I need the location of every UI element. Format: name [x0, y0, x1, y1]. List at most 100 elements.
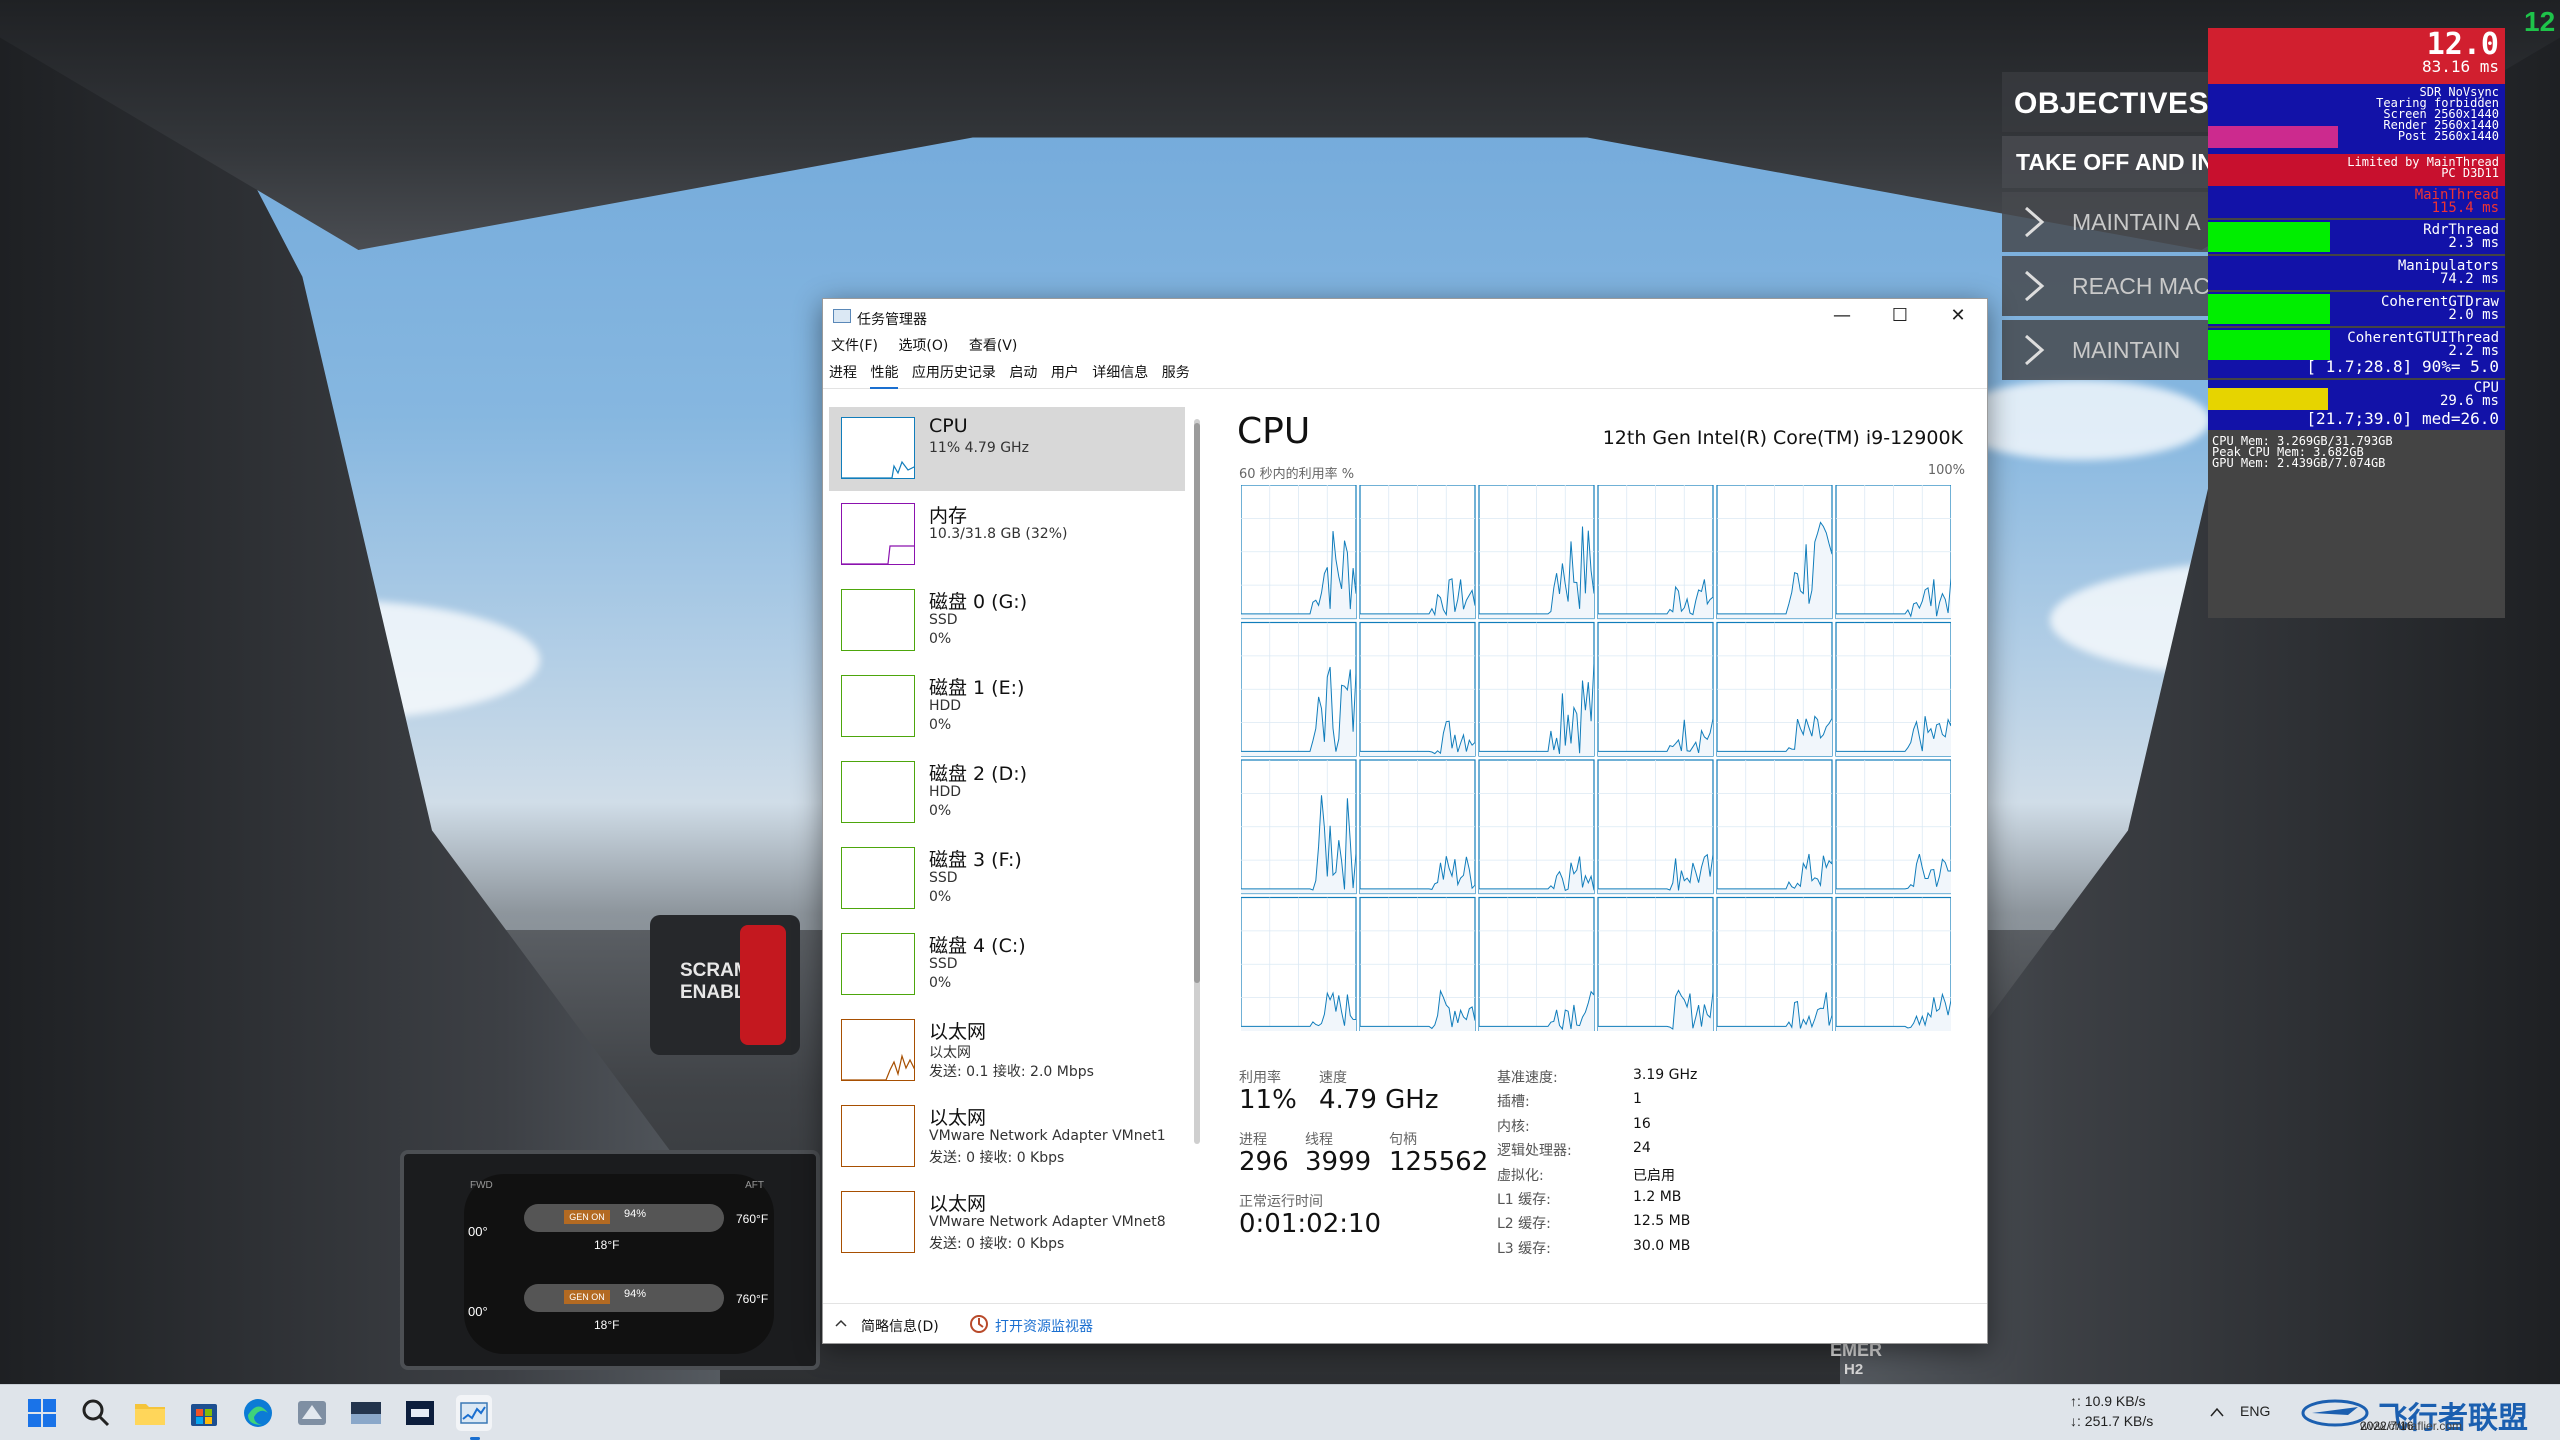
- logical-processor-graphs[interactable]: [1241, 485, 1951, 1031]
- sidebar-item[interactable]: 磁盘 1 (E:) HDD 0%: [829, 665, 1185, 749]
- perf-manip-row: Manipulators 74.2 ms: [2208, 256, 2505, 290]
- sidebar-item[interactable]: 以太网 VMware Network Adapter VMnet1 发送: 0 接收…: [829, 1095, 1185, 1179]
- objective-current: TAKE OFF AND IN: [2002, 136, 2242, 188]
- rdr-thread-ms: RdrThread 2.3 ms: [2423, 222, 2499, 251]
- tab-details[interactable]: 详细信息: [1092, 359, 1148, 387]
- sidebar-item[interactable]: 内存 10.3/31.8 GB (32%): [829, 493, 1185, 577]
- sidebar-l2: 11% 4.79 GHz: [929, 440, 1029, 456]
- tab-processes[interactable]: 进程: [829, 359, 857, 387]
- maximize-button[interactable]: ☐: [1871, 299, 1929, 335]
- sidebar-item[interactable]: 磁盘 2 (D:) HDD 0%: [829, 751, 1185, 835]
- render-flags: SDR NoVsync Tearing forbidden Screen 256…: [2376, 85, 2499, 143]
- close-button[interactable]: ✕: [1929, 299, 1987, 335]
- mini-graph: [841, 761, 915, 823]
- sidebar-l2: SSD: [929, 870, 958, 886]
- objectives-title: OBJECTIVES: [2002, 72, 2242, 132]
- core-graph: [1241, 621, 1357, 757]
- perf-fps-row: 12.0 83.16 ms: [2208, 28, 2505, 84]
- tab-app-history[interactable]: 应用历史记录: [912, 359, 996, 387]
- sidebar-item[interactable]: CPU 11% 4.79 GHz: [829, 407, 1185, 491]
- window-title: 任务管理器: [857, 312, 927, 328]
- util-label: 利用率: [1239, 1070, 1281, 1086]
- gauge-pct: 94%: [624, 1208, 647, 1220]
- resource-monitor-icon[interactable]: [969, 1314, 989, 1334]
- processes-label: 进程: [1239, 1132, 1267, 1148]
- objectives-panel: OBJECTIVES TAKE OFF AND IN MAINTAIN A RE…: [2002, 72, 2242, 380]
- scrollbar-thumb[interactable]: [1194, 423, 1200, 983]
- gt-range: [ 1.7;28.8] 90%= 5.0: [2306, 357, 2499, 376]
- mini-graph: [841, 933, 915, 995]
- gen-on-badge: GEN ON: [564, 1210, 610, 1224]
- mini-graph-line: [842, 1053, 914, 1080]
- gauge-aft-label: AFT: [745, 1180, 764, 1191]
- file-explorer-icon[interactable]: [132, 1395, 168, 1431]
- tab-startup[interactable]: 启动: [1009, 359, 1037, 387]
- cpu-ms: CPU 29.6 ms: [2439, 380, 2499, 409]
- core-graph: [1597, 896, 1714, 1031]
- sidebar-l2: 以太网: [929, 1045, 971, 1061]
- spec-label: 基准速度:: [1497, 1070, 1558, 1086]
- sidebar-item[interactable]: 磁盘 3 (F:) SSD 0%: [829, 837, 1185, 921]
- edge-icon[interactable]: [240, 1395, 276, 1431]
- cpu-range: [21.7;39.0] med=26.0: [2306, 409, 2499, 428]
- sidebar-scrollbar[interactable]: [1194, 419, 1200, 1144]
- store-icon[interactable]: [186, 1395, 222, 1431]
- system-tray: ↑: 10.9 KB/s ↓: 251.7 KB/s ENG 飞行者联盟 www…: [2040, 1393, 2540, 1435]
- sidebar-name: 磁盘 4 (C:): [929, 935, 1026, 957]
- sidebar-item[interactable]: 磁盘 4 (C:) SSD 0%: [829, 923, 1185, 1007]
- sidebar-item[interactable]: 以太网 VMware Network Adapter VMnet8 发送: 0 接收…: [829, 1181, 1185, 1265]
- sidebar-item[interactable]: 以太网 以太网 发送: 0.1 接收: 2.0 Mbps: [829, 1009, 1185, 1093]
- emer-h2-label: EMER H2: [1830, 1340, 1883, 1378]
- core-graph: [1359, 621, 1476, 757]
- menu-view[interactable]: 查看(V): [969, 335, 1018, 357]
- tab-users[interactable]: 用户: [1051, 359, 1079, 387]
- coherent-gt-ms: CoherentGTDraw 2.0 ms: [2380, 294, 2499, 323]
- memory-stats: CPU Mem: 3.269GB/31.793GB Peak CPU Mem: …: [2212, 434, 2393, 470]
- handles-label: 句柄: [1389, 1132, 1417, 1148]
- open-resource-monitor-link[interactable]: 打开资源监视器: [995, 1316, 1093, 1336]
- core-graph: [1359, 485, 1476, 620]
- chevron-up-icon[interactable]: [835, 1318, 847, 1328]
- terminal-app-icon[interactable]: [402, 1395, 438, 1431]
- title-bar[interactable]: 任务管理器 — ☐ ✕: [823, 299, 1987, 335]
- fewer-details-link[interactable]: 简略信息(D): [861, 1316, 939, 1336]
- language-indicator[interactable]: ENG: [2240, 1403, 2270, 1419]
- objective-item: MAINTAIN A: [2002, 192, 2242, 252]
- sidebar-item[interactable]: 磁盘 0 (G:) SSD 0%: [829, 579, 1185, 663]
- minimize-button[interactable]: —: [1813, 299, 1871, 335]
- chevron-right-icon: [2025, 206, 2045, 238]
- menu-options[interactable]: 选项(O): [898, 335, 948, 357]
- start-windows-icon[interactable]: [24, 1395, 60, 1431]
- task-manager-taskbar-icon[interactable]: [456, 1395, 492, 1431]
- date[interactable]: 2022/7/16: [2360, 1419, 2413, 1433]
- spec-label: 内核:: [1497, 1118, 1530, 1135]
- sidebar-l2: 10.3/31.8 GB (32%): [929, 526, 1068, 542]
- flight-app-icon[interactable]: [294, 1395, 330, 1431]
- main-thread-ms: MainThread 115.4 ms: [2414, 187, 2499, 216]
- search-icon[interactable]: [78, 1395, 114, 1431]
- core-graph: [1241, 896, 1357, 1031]
- gauge-temp-low: 18°F: [594, 1238, 620, 1252]
- task-manager-window[interactable]: 任务管理器 — ☐ ✕ 文件(F) 选项(O) 查看(V) 进程 性能 应用历史…: [822, 298, 1988, 1344]
- window-footer: 简略信息(D) 打开资源监视器: [823, 1303, 1987, 1343]
- simulator-icon[interactable]: [348, 1395, 384, 1431]
- switch-guard[interactable]: [740, 925, 786, 1045]
- watermark-logo: 飞行者联盟 www.chinaflier.com: [2300, 1393, 2560, 1435]
- sidebar-item[interactable]: 以太网: [829, 1267, 1185, 1277]
- gauge-temp: 760°F: [736, 1292, 769, 1306]
- perf-gtdraw-row: CoherentGTDraw 2.0 ms: [2208, 292, 2505, 326]
- sidebar-l3: 0%: [929, 631, 952, 647]
- tab-services[interactable]: 服务: [1162, 359, 1190, 387]
- page-title: CPU: [1237, 411, 1311, 452]
- menu-file[interactable]: 文件(F): [831, 335, 878, 357]
- fps-value: 12.0: [2426, 27, 2499, 62]
- cpu-detail-panel: CPU 12th Gen Intel(R) Core(TM) i9-12900K…: [1233, 407, 1979, 1277]
- scram-enable-switch[interactable]: SCRAM ENABL: [650, 915, 800, 1055]
- sidebar-name: 以太网: [929, 1275, 986, 1277]
- sidebar-name: 磁盘 0 (G:): [929, 591, 1028, 613]
- chevron-up-icon[interactable]: [2210, 1407, 2224, 1417]
- sidebar-name: 以太网: [929, 1107, 987, 1129]
- perf-flags-row: SDR NoVsync Tearing forbidden Screen 256…: [2208, 84, 2505, 154]
- tab-performance[interactable]: 性能: [870, 359, 899, 389]
- sidebar-l2: VMware Network Adapter VMnet1: [929, 1128, 1166, 1144]
